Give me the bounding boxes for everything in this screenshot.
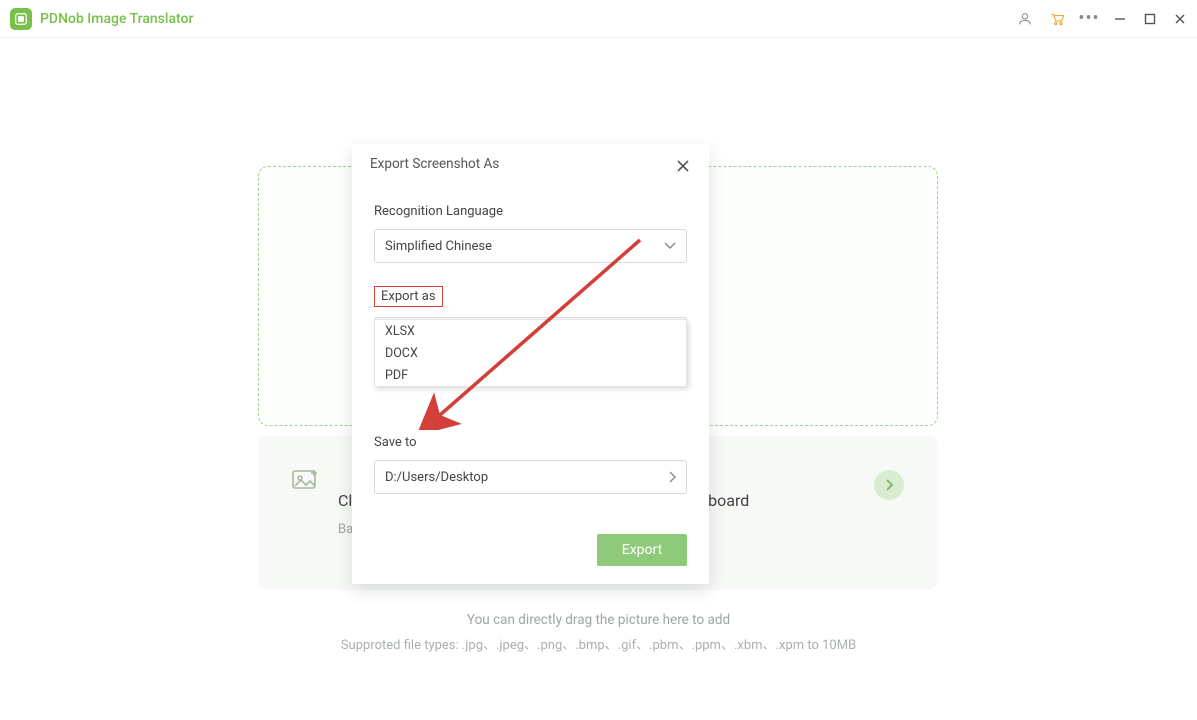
modal-title: Export Screenshot As [370, 156, 499, 172]
export-as-label: Export as [374, 286, 443, 307]
export-as-dropdown: XLSX DOCX PDF [374, 319, 687, 387]
maximize-button[interactable] [1143, 12, 1157, 26]
save-to-field[interactable]: D:/Users/Desktop [374, 460, 687, 494]
next-button[interactable] [874, 470, 904, 500]
hint-filetypes: Supproted file types: .jpg、.jpeg、.png、.b… [0, 634, 1197, 653]
minimize-button[interactable] [1113, 12, 1127, 26]
main-area: Click to add images or paste the image f… [0, 38, 1197, 720]
titlebar: PDNob Image Translator ••• [0, 0, 1197, 38]
save-to-group: Save to D:/Users/Desktop [374, 435, 687, 494]
export-button-label: Export [622, 542, 662, 558]
save-to-value: D:/Users/Desktop [385, 470, 488, 485]
export-as-group: Export as XLSX XLSX DOCX PDF export-2024… [374, 285, 687, 351]
modal-close-button[interactable] [677, 157, 691, 171]
recognition-language-group: Recognition Language Simplified Chinese [374, 204, 687, 263]
hint-drag: You can directly drag the picture here t… [0, 612, 1197, 628]
more-icon[interactable]: ••• [1081, 11, 1097, 27]
app-logo [10, 8, 32, 30]
export-option-docx[interactable]: DOCX [375, 342, 686, 364]
modal-header: Export Screenshot As [352, 144, 709, 184]
save-to-label: Save to [374, 435, 687, 450]
export-modal: Export Screenshot As Recognition Languag… [352, 144, 709, 584]
cart-icon[interactable] [1049, 11, 1065, 27]
chevron-right-icon [668, 471, 676, 483]
close-button[interactable] [1173, 12, 1187, 26]
chevron-down-icon [664, 242, 676, 250]
app-title: PDNob Image Translator [40, 11, 193, 27]
rec-lang-value: Simplified Chinese [385, 239, 492, 254]
export-button[interactable]: Export [597, 534, 687, 566]
rec-lang-label: Recognition Language [374, 204, 687, 219]
export-option-xlsx[interactable]: XLSX [375, 320, 686, 342]
rec-lang-select[interactable]: Simplified Chinese [374, 229, 687, 263]
image-add-icon [292, 468, 318, 490]
export-option-pdf[interactable]: PDF [375, 364, 686, 386]
user-icon[interactable] [1017, 11, 1033, 27]
titlebar-actions: ••• [1017, 11, 1187, 27]
